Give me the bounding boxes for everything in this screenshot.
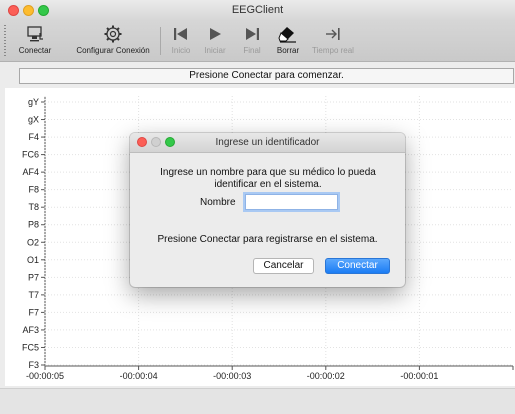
channel-label: AF3 <box>22 325 39 335</box>
channel-label: gY <box>28 97 39 107</box>
realtime-label: Tiempo real <box>312 46 354 55</box>
dialog-title: Ingrese un identificador <box>215 137 320 148</box>
start-label: Inicio <box>171 46 191 55</box>
time-tick-label: -00:00:04 <box>120 371 158 381</box>
clear-button[interactable]: Borrar <box>271 23 305 59</box>
channel-label: F8 <box>28 185 39 195</box>
toolbar-separator <box>160 27 161 55</box>
channel-label: O2 <box>27 237 39 247</box>
channel-label: O1 <box>27 255 39 265</box>
channel-label: AF4 <box>22 167 39 177</box>
dialog-message: Ingrese un nombre para que su médico lo … <box>160 167 376 190</box>
arrow-right-bar-icon <box>310 23 356 45</box>
time-tick-label: -00:00:05 <box>26 371 64 381</box>
identifier-dialog: Ingrese un identificador Ingrese un nomb… <box>130 133 405 287</box>
toolbar-grip[interactable] <box>4 25 6 57</box>
channel-label: F7 <box>28 307 39 317</box>
channel-label: P8 <box>28 220 39 230</box>
dialog-hint: Presione Conectar para registrarse en el… <box>157 234 378 245</box>
toolbar: Conectar Configurar Conexión Inicio Inic… <box>0 21 515 62</box>
dialog-titlebar: Ingrese un identificador <box>130 133 405 153</box>
time-tick-label: -00:00:03 <box>213 371 251 381</box>
status-bar: Presione Conectar para comenzar. <box>19 68 514 84</box>
clear-label: Borrar <box>276 46 300 55</box>
end-button[interactable]: Final <box>237 23 267 59</box>
configure-connection-label: Configurar Conexión <box>76 46 150 55</box>
time-tick-label: -00:00:02 <box>307 371 345 381</box>
gear-icon <box>72 23 154 45</box>
channel-label: T8 <box>28 202 39 212</box>
start-button[interactable]: Inicio <box>166 23 196 59</box>
play-button[interactable]: Iniciar <box>200 23 230 59</box>
window-titlebar: EEGClient <box>0 0 515 21</box>
end-label: Final <box>243 46 261 55</box>
name-input[interactable] <box>245 194 338 210</box>
channel-label: T7 <box>28 290 39 300</box>
channel-label: F4 <box>28 132 39 142</box>
connect-button[interactable]: Conectar <box>10 23 60 59</box>
configure-connection-button[interactable]: Configurar Conexión <box>72 23 154 59</box>
channel-label: FC6 <box>22 150 39 160</box>
channel-label: P7 <box>28 272 39 282</box>
cancel-button[interactable]: Cancelar <box>253 258 314 274</box>
channel-label: FC5 <box>22 342 39 352</box>
window-title: EEGClient <box>231 4 284 16</box>
channel-label: gX <box>28 115 39 125</box>
realtime-button[interactable]: Tiempo real <box>310 23 356 59</box>
skip-start-icon <box>166 23 196 45</box>
name-label: Nombre <box>200 197 236 208</box>
eraser-icon <box>271 23 305 45</box>
connect-label: Conectar <box>18 46 52 55</box>
connect-icon <box>10 23 60 45</box>
play-icon <box>200 23 230 45</box>
bottom-panel <box>0 388 515 414</box>
time-tick-label: -00:00:01 <box>400 371 438 381</box>
play-label: Iniciar <box>204 46 226 55</box>
channel-label: F3 <box>28 360 39 370</box>
skip-end-icon <box>237 23 267 45</box>
connect-dialog-button[interactable]: Conectar <box>325 258 390 274</box>
